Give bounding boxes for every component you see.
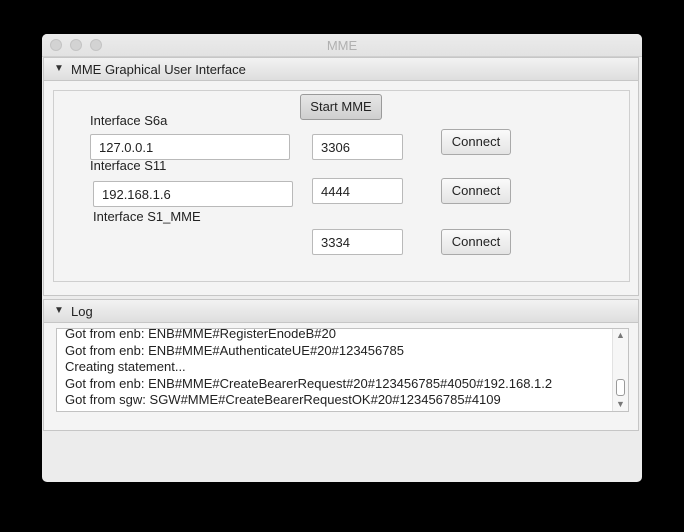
interfaces-panel: Start MME Interface S6a Connect Interfac… — [53, 90, 630, 282]
s6a-ip-input[interactable] — [90, 134, 290, 160]
s11-connect-button[interactable]: Connect — [441, 178, 511, 204]
log-textarea[interactable]: Got from enb: ENB#MME#RegisterEnodeB#20 … — [56, 328, 629, 412]
log-lines: Got from enb: ENB#MME#RegisterEnodeB#20 … — [65, 328, 608, 409]
log-line: Got from enb: ENB#MME#RegisterEnodeB#20 — [65, 328, 336, 341]
window-title: MME — [326, 38, 358, 53]
gui-pane-header[interactable]: ▼ MME Graphical User Interface — [43, 57, 639, 81]
gui-pane-body: Start MME Interface S6a Connect Interfac… — [43, 81, 639, 296]
log-line: Creating statement... — [65, 359, 186, 374]
log-line: Got from enb: ENB#MME#AuthenticateUE#20#… — [65, 342, 404, 358]
log-line: Got from sgw: SGW#MME#CreateBearerReques… — [65, 392, 501, 407]
interface-s11-label: Interface S11 — [90, 158, 167, 173]
log-scrollbar[interactable]: ▲ ▼ — [612, 329, 628, 411]
s6a-port-input[interactable] — [312, 134, 403, 160]
title-bar[interactable]: MME — [42, 34, 642, 57]
scroll-down-icon[interactable]: ▼ — [613, 399, 628, 409]
log-pane-header[interactable]: ▼ Log — [43, 299, 639, 323]
start-mme-button[interactable]: Start MME — [300, 94, 382, 120]
scroll-up-icon[interactable]: ▲ — [613, 330, 628, 340]
log-line: Got from enb: ENB#MME#CreateBearerReques… — [65, 375, 553, 391]
s11-ip-input[interactable] — [93, 181, 293, 207]
scroll-thumb[interactable] — [616, 379, 625, 396]
collapse-arrow-icon[interactable]: ▼ — [54, 305, 64, 316]
s11-port-input[interactable] — [312, 178, 403, 204]
s1mme-connect-button[interactable]: Connect — [441, 229, 511, 255]
s6a-connect-button[interactable]: Connect — [441, 129, 511, 155]
interface-s1mme-label: Interface S1_MME — [93, 209, 201, 224]
log-pane-title: Log — [71, 304, 93, 319]
s1mme-port-input[interactable] — [312, 229, 403, 255]
gui-pane-title: MME Graphical User Interface — [71, 62, 246, 77]
mme-window: MME ▼ MME Graphical User Interface Start… — [42, 34, 642, 482]
collapse-arrow-icon[interactable]: ▼ — [54, 63, 64, 74]
log-pane-body: Got from enb: ENB#MME#RegisterEnodeB#20 … — [43, 323, 639, 431]
interface-s6a-label: Interface S6a — [90, 113, 168, 128]
